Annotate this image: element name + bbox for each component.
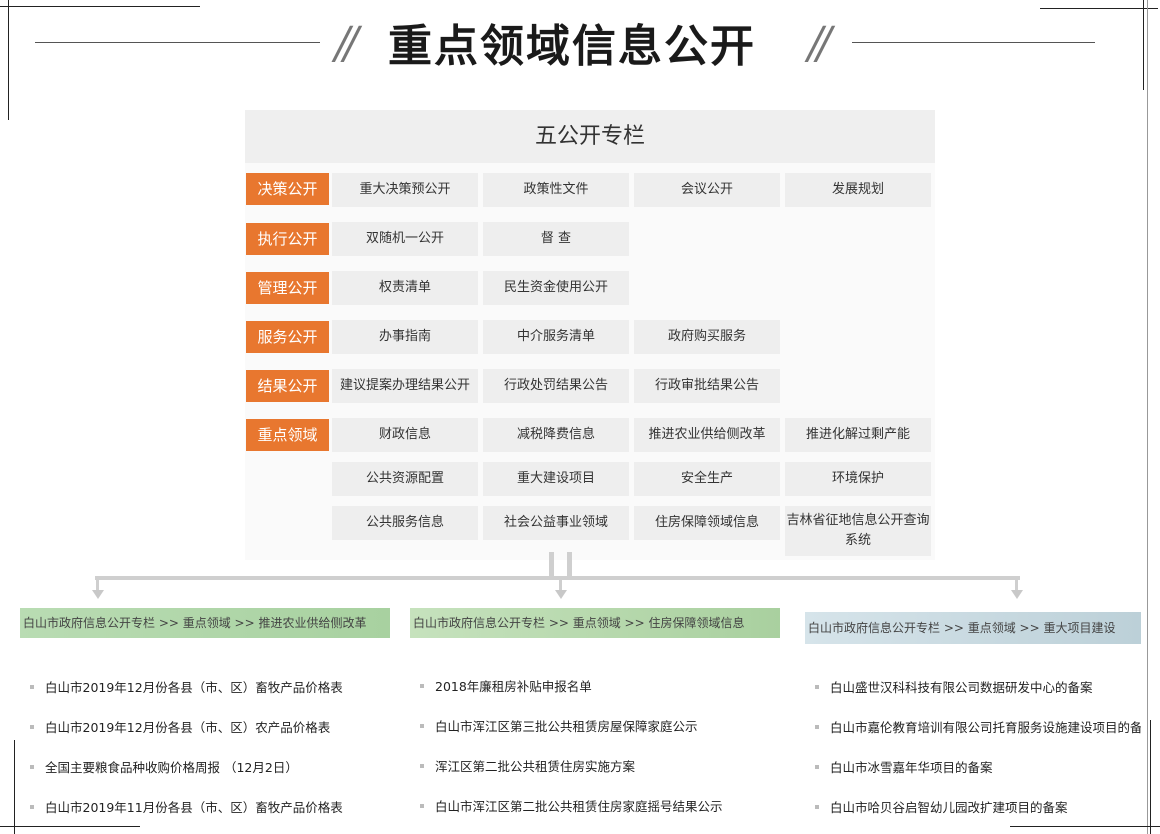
link-safety-production[interactable]: 安全生产 <box>634 462 780 496</box>
list-item[interactable]: 全国主要粮食品种收购价格周报 （12月2日） <box>20 748 400 788</box>
link-tax-reduction[interactable]: 减税降费信息 <box>483 418 629 452</box>
link-housing-security[interactable]: 住房保障领域信息 <box>634 506 780 540</box>
link-development-plan[interactable]: 发展规划 <box>785 173 931 207</box>
list-item[interactable]: 白山市2019年11月份各县（市、区）畜牧产品价格表 <box>20 788 400 828</box>
list-major-projects: 白山盛世汉科科技有限公司数据研发中心的备案 白山市嘉伦教育培训有限公司托育服务设… <box>805 668 1141 828</box>
link-agri-reform[interactable]: 推进农业供给侧改革 <box>634 418 780 452</box>
header-slash-left: // <box>335 18 359 69</box>
frame-corner-br-v <box>1150 720 1151 834</box>
link-public-service-info[interactable]: 公共服务信息 <box>332 506 478 540</box>
connector-drop-1 <box>96 576 99 590</box>
list-item[interactable]: 白山市哈贝谷启智幼儿园改扩建项目的备案 <box>805 788 1141 828</box>
list-item[interactable]: 白山市2019年12月份各县（市、区）畜牧产品价格表 <box>20 668 400 708</box>
link-service-guide[interactable]: 办事指南 <box>332 320 478 354</box>
link-land-acquisition-query[interactable]: 吉林省征地信息公开查询系统 <box>785 506 931 556</box>
frame-corner-tl-v <box>8 0 9 120</box>
list-agri-reform: 白山市2019年12月份各县（市、区）畜牧产品价格表 白山市2019年12月份各… <box>20 668 400 828</box>
bullet-icon <box>815 725 819 729</box>
connector-horizontal <box>95 576 1020 580</box>
link-double-random[interactable]: 双随机一公开 <box>332 222 478 256</box>
bullet-icon <box>420 724 424 728</box>
breadcrumb-housing-security[interactable]: 白山市政府信息公开专栏 >> 重点领域 >> 住房保障领域信息 <box>410 608 780 638</box>
bullet-icon <box>815 765 819 769</box>
link-intermediary-list[interactable]: 中介服务清单 <box>483 320 629 354</box>
category-management[interactable]: 管理公开 <box>246 272 329 304</box>
list-item[interactable]: 白山市2019年12月份各县（市、区）农产品价格表 <box>20 708 400 748</box>
list-item[interactable]: 白山市嘉伦教育培训有限公司托育服务设施建设项目的备案 <box>805 708 1141 748</box>
category-result[interactable]: 结果公开 <box>246 370 329 402</box>
category-service[interactable]: 服务公开 <box>246 321 329 353</box>
link-environment[interactable]: 环境保护 <box>785 462 931 496</box>
bullet-icon <box>30 685 34 689</box>
bullet-icon <box>815 805 819 809</box>
link-supervision[interactable]: 督 查 <box>483 222 629 256</box>
header-rule-left <box>35 42 320 43</box>
link-policy-documents[interactable]: 政策性文件 <box>483 173 629 207</box>
frame-right-edge <box>1147 0 1148 834</box>
link-public-resources[interactable]: 公共资源配置 <box>332 462 478 496</box>
breadcrumb-major-projects[interactable]: 白山市政府信息公开专栏 >> 重点领域 >> 重大项目建设 <box>805 612 1141 644</box>
connector-drop-3 <box>1015 576 1018 590</box>
bullet-icon <box>420 764 424 768</box>
link-meeting-public[interactable]: 会议公开 <box>634 173 780 207</box>
header-slash-right: // <box>808 18 832 69</box>
list-item[interactable]: 白山市冰雪嘉年华项目的备案 <box>805 748 1141 788</box>
link-livelihood-funds[interactable]: 民生资金使用公开 <box>483 271 629 305</box>
link-government-procurement[interactable]: 政府购买服务 <box>634 320 780 354</box>
list-item[interactable]: 白山盛世汉科科技有限公司数据研发中心的备案 <box>805 668 1141 708</box>
connector-stem-left <box>549 552 554 578</box>
category-execution[interactable]: 执行公开 <box>246 223 329 255</box>
list-item[interactable]: 浑江区第二批公共租赁住房实施方案 <box>410 747 790 787</box>
bullet-icon <box>420 804 424 808</box>
five-public-panel: 五公开专栏 决策公开 重大决策预公开 政策性文件 会议公开 发展规划 执行公开 … <box>245 110 935 560</box>
link-approval-results[interactable]: 行政审批结果公告 <box>634 369 780 403</box>
link-powers-list[interactable]: 权责清单 <box>332 271 478 305</box>
list-item[interactable]: 白山市浑江区第三批公共租赁房屋保障家庭公示 <box>410 707 790 747</box>
category-key-areas[interactable]: 重点领域 <box>246 419 329 451</box>
bullet-icon <box>30 765 34 769</box>
list-item[interactable]: 2018年廉租房补贴申报名单 <box>410 667 790 707</box>
frame-corner-tr-v <box>1143 0 1144 90</box>
bullet-icon <box>815 685 819 689</box>
list-item[interactable]: 白山市浑江区第二批公共租赁住房家庭摇号结果公示 <box>410 787 790 827</box>
arrow-down-icon <box>92 590 104 599</box>
link-proposal-results[interactable]: 建议提案办理结果公开 <box>332 369 478 403</box>
arrow-down-icon <box>1011 590 1023 599</box>
bullet-icon <box>30 805 34 809</box>
header-rule-right <box>852 42 1095 43</box>
panel-title: 五公开专栏 <box>245 110 935 163</box>
link-finance-info[interactable]: 财政信息 <box>332 418 478 452</box>
arrow-down-icon <box>555 590 567 599</box>
connector-stem-right <box>567 552 572 578</box>
frame-corner-tl-h <box>0 6 200 7</box>
frame-corner-tr-h <box>1040 8 1158 9</box>
link-overcapacity[interactable]: 推进化解过剩产能 <box>785 418 931 452</box>
list-housing-security: 2018年廉租房补贴申报名单 白山市浑江区第三批公共租赁房屋保障家庭公示 浑江区… <box>410 667 790 827</box>
breadcrumb-agri-reform[interactable]: 白山市政府信息公开专栏 >> 重点领域 >> 推进农业供给侧改革 <box>20 608 390 638</box>
page-title: 重点领域信息公开 <box>388 21 756 72</box>
link-public-welfare[interactable]: 社会公益事业领域 <box>483 506 629 540</box>
link-major-construction[interactable]: 重大建设项目 <box>483 462 629 496</box>
frame-corner-bl-v <box>14 740 15 834</box>
link-penalty-results[interactable]: 行政处罚结果公告 <box>483 369 629 403</box>
bullet-icon <box>420 684 424 688</box>
category-decision[interactable]: 决策公开 <box>246 173 329 205</box>
link-major-decision-preview[interactable]: 重大决策预公开 <box>332 173 478 207</box>
bullet-icon <box>30 725 34 729</box>
connector-drop-2 <box>559 576 562 590</box>
